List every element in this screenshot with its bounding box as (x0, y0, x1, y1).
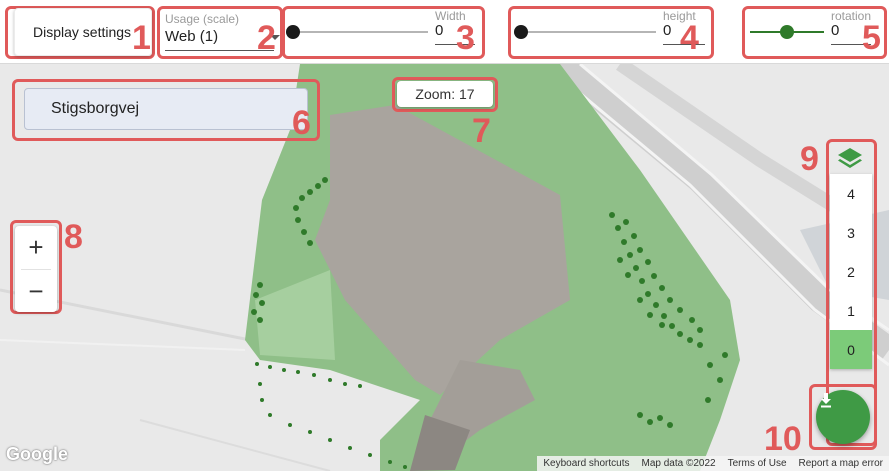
zoom-level-label: Zoom: 17 (415, 86, 475, 102)
height-slider-track[interactable] (520, 31, 656, 33)
annotation-number-10: 10 (764, 420, 802, 458)
report-map-error-link[interactable]: Report a map error (793, 458, 889, 469)
map-data-text: Map data ©2022 (641, 458, 716, 469)
annotation-number-7: 7 (472, 112, 491, 150)
width-slider-track[interactable] (292, 31, 428, 33)
width-slider-knob[interactable] (286, 25, 300, 39)
display-settings-label: Display settings (33, 24, 132, 40)
annotation-number-8: 8 (64, 218, 83, 256)
zoom-in-icon: + (28, 231, 44, 262)
google-logo: Google (6, 444, 68, 464)
annotation-number-6: 6 (292, 104, 311, 142)
usage-scale-value: Web (1) (165, 28, 219, 45)
usage-scale-label: Usage (scale) (165, 12, 240, 26)
layer-label: 3 (847, 224, 855, 241)
annotation-number-3: 3 (456, 19, 475, 57)
height-slider-knob[interactable] (514, 25, 528, 39)
annotation-number-4: 4 (680, 19, 699, 57)
layer-label: 2 (847, 263, 855, 280)
map-canvas[interactable]: Stigsborgvej Zoom: 17 + − 4 3 2 1 0 Goog… (0, 64, 889, 471)
layer-option-2[interactable]: 2 (830, 252, 872, 291)
floor-layer-list: 4 3 2 1 0 (830, 174, 872, 369)
zoom-out-icon: − (28, 275, 44, 306)
layer-option-0-active[interactable]: 0 (830, 330, 872, 369)
download-icon (821, 393, 831, 408)
layers-toggle[interactable] (836, 146, 864, 170)
zoom-level-badge: Zoom: 17 (397, 81, 493, 107)
width-value-input[interactable]: 0 (435, 22, 443, 39)
download-button[interactable] (816, 390, 870, 444)
display-toolbar: Display settings 1 Usage (scale) Web (1)… (0, 0, 889, 64)
height-value-input[interactable]: 0 (663, 22, 671, 39)
zoom-out-button[interactable]: − (15, 270, 57, 312)
layer-option-1[interactable]: 1 (830, 291, 872, 330)
location-search-input[interactable]: Stigsborgvej (24, 88, 308, 130)
annotation-number-5: 5 (862, 19, 881, 57)
annotation-number-2: 2 (257, 19, 276, 57)
layer-label: 1 (847, 302, 855, 319)
rotation-value-input[interactable]: 0 (831, 22, 839, 39)
zoom-in-button[interactable]: + (15, 226, 57, 268)
layer-option-4[interactable]: 4 (830, 174, 872, 213)
terms-of-use-link[interactable]: Terms of Use (722, 458, 793, 469)
zoom-controls: + − (15, 226, 57, 312)
rotation-slider-knob[interactable] (780, 25, 794, 39)
layers-icon (838, 148, 862, 168)
map-attribution-bar: Keyboard shortcuts Map data ©2022 Terms … (537, 456, 889, 471)
annotation-number-9: 9 (800, 140, 819, 178)
layer-option-3[interactable]: 3 (830, 213, 872, 252)
layer-label: 4 (847, 185, 855, 202)
annotation-number-1: 1 (132, 19, 151, 57)
layer-label: 0 (847, 341, 855, 358)
keyboard-shortcuts-link[interactable]: Keyboard shortcuts (537, 458, 635, 469)
search-value: Stigsborgvej (51, 100, 140, 117)
